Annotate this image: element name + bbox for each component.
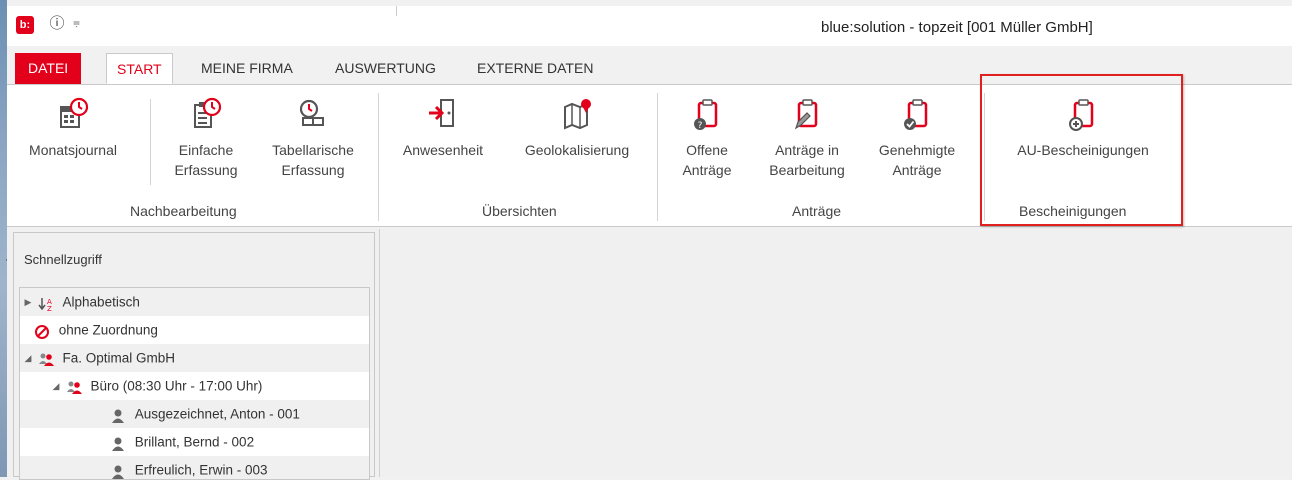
tab-meine-firma[interactable]: MEINE FIRMA xyxy=(201,53,293,84)
quick-access-dropdown-icon[interactable]: ⩦ xyxy=(73,15,80,30)
svg-text:Z: Z xyxy=(47,305,52,312)
bearbeitung-label-2: Bearbeitung xyxy=(769,162,845,178)
ribbon: Monatsjournal Einfache Erfassung Tabella… xyxy=(7,74,1292,227)
einfache-label-2: Erfassung xyxy=(174,162,238,178)
panel-splitter[interactable] xyxy=(379,229,380,477)
offene-label-2: Anträge xyxy=(682,162,732,178)
info-icon[interactable]: ⓘ xyxy=(49,16,65,32)
ribbon-separator xyxy=(378,93,379,221)
group-icon xyxy=(38,350,54,367)
tree-node-label: Erfreulich, Erwin - 003 xyxy=(134,462,268,478)
calendar-clock-icon xyxy=(53,95,93,133)
clipboard-question-icon: ? xyxy=(687,95,727,133)
person-icon xyxy=(110,462,126,479)
tree-node-label: Alphabetisch xyxy=(62,294,140,310)
bearbeitung-label-1: Anträge in xyxy=(775,142,839,158)
geolokalisierung-label: Geolokalisierung xyxy=(524,142,630,158)
title-separator xyxy=(396,6,397,16)
einfache-label-1: Einfache xyxy=(178,142,234,158)
svg-text:?: ? xyxy=(698,121,703,131)
person-icon xyxy=(110,406,126,424)
ribbon-subseparator xyxy=(150,99,151,185)
app-logo-icon[interactable]: b: xyxy=(16,16,34,34)
tab-externe-daten[interactable]: EXTERNE DATEN xyxy=(477,53,593,84)
genehmigte-antraege-button[interactable]: Genehmigte Anträge xyxy=(869,95,965,180)
clipboard-clock-icon xyxy=(186,95,226,133)
tree-node-label: Büro (08:30 Uhr - 17:00 Uhr) xyxy=(90,378,263,394)
tab-start[interactable]: START xyxy=(106,53,173,84)
person-icon xyxy=(110,434,126,452)
group-label-nachbearbeitung: Nachbearbeitung xyxy=(130,203,237,219)
group-icon xyxy=(66,378,82,395)
clipboard-edit-icon xyxy=(787,95,827,133)
panel-title: Schnellzugriff xyxy=(24,252,102,267)
tabellarische-erfassung-button[interactable]: Tabellarische Erfassung xyxy=(257,95,369,180)
monatsjournal-label: Monatsjournal xyxy=(29,142,117,158)
tree-node-fa-optimal[interactable]: ◢ Fa. Optimal GmbH xyxy=(20,344,369,372)
no-entry-icon xyxy=(34,322,50,340)
tab-auswertung[interactable]: AUSWERTUNG xyxy=(335,53,436,84)
tree-node-label: Fa. Optimal GmbH xyxy=(62,350,176,366)
tree-node-ohne-zuordnung[interactable]: ohne Zuordnung xyxy=(20,316,369,344)
tab-datei[interactable]: DATEI xyxy=(15,53,82,84)
anwesenheit-label: Anwesenheit xyxy=(402,142,484,158)
tabellarische-label-2: Erfassung xyxy=(281,162,345,178)
tabellarische-label-1: Tabellarische xyxy=(272,142,354,158)
main-content: Schnellzugriff ▶ AZ Alphabetisch ohne Zu… xyxy=(7,229,1292,480)
tree-node-alphabetisch[interactable]: ▶ AZ Alphabetisch xyxy=(20,288,369,316)
ribbon-separator xyxy=(657,93,658,221)
door-enter-icon xyxy=(423,95,463,133)
window-edge xyxy=(0,0,7,477)
tree-node-label: Brillant, Bernd - 002 xyxy=(134,434,255,450)
window-title: blue:solution - topzeit [001 Müller GmbH… xyxy=(821,19,1093,36)
map-pin-icon xyxy=(557,95,597,133)
tree-node-employee[interactable]: Erfreulich, Erwin - 003 xyxy=(20,456,369,479)
offene-label-1: Offene xyxy=(686,142,728,158)
expand-arrow-icon[interactable]: ▶ xyxy=(22,288,34,316)
clock-table-icon xyxy=(293,95,333,133)
monatsjournal-button[interactable]: Monatsjournal xyxy=(11,95,135,160)
anwesenheit-button[interactable]: Anwesenheit xyxy=(389,95,497,160)
genehmigte-label-2: Anträge xyxy=(892,162,942,178)
tree-node-label: ohne Zuordnung xyxy=(58,322,158,338)
einfache-erfassung-button[interactable]: Einfache Erfassung xyxy=(156,95,256,180)
antraege-in-bearbeitung-button[interactable]: Anträge in Bearbeitung xyxy=(752,95,862,180)
group-label-uebersichten: Übersichten xyxy=(482,203,557,219)
tree-node-buero[interactable]: ◢ Büro (08:30 Uhr - 17:00 Uhr) xyxy=(20,372,369,400)
tree-node-label: Ausgezeichnet, Anton - 001 xyxy=(134,406,300,422)
collapse-arrow-icon[interactable]: ◢ xyxy=(50,372,62,400)
group-label-antraege: Anträge xyxy=(792,203,842,219)
collapse-arrow-icon[interactable]: ◢ xyxy=(22,344,34,372)
title-bar: b: ⓘ ⩦ blue:solution - topzeit [001 Müll… xyxy=(7,6,1292,46)
offene-antraege-button[interactable]: ? Offene Anträge xyxy=(667,95,747,180)
quick-access-tree[interactable]: ▶ AZ Alphabetisch ohne Zuordnung ◢ Fa. O… xyxy=(19,287,370,480)
geolokalisierung-button[interactable]: Geolokalisierung xyxy=(507,95,647,160)
quick-access-panel: Schnellzugriff ▶ AZ Alphabetisch ohne Zu… xyxy=(13,232,375,480)
tree-node-employee[interactable]: Brillant, Bernd - 002 xyxy=(20,428,369,456)
highlight-box xyxy=(980,74,1183,226)
genehmigte-label-1: Genehmigte xyxy=(878,142,956,158)
clipboard-check-icon xyxy=(897,95,937,133)
sort-alpha-icon: AZ xyxy=(38,294,54,313)
tree-node-employee[interactable]: Ausgezeichnet, Anton - 001 xyxy=(20,400,369,428)
